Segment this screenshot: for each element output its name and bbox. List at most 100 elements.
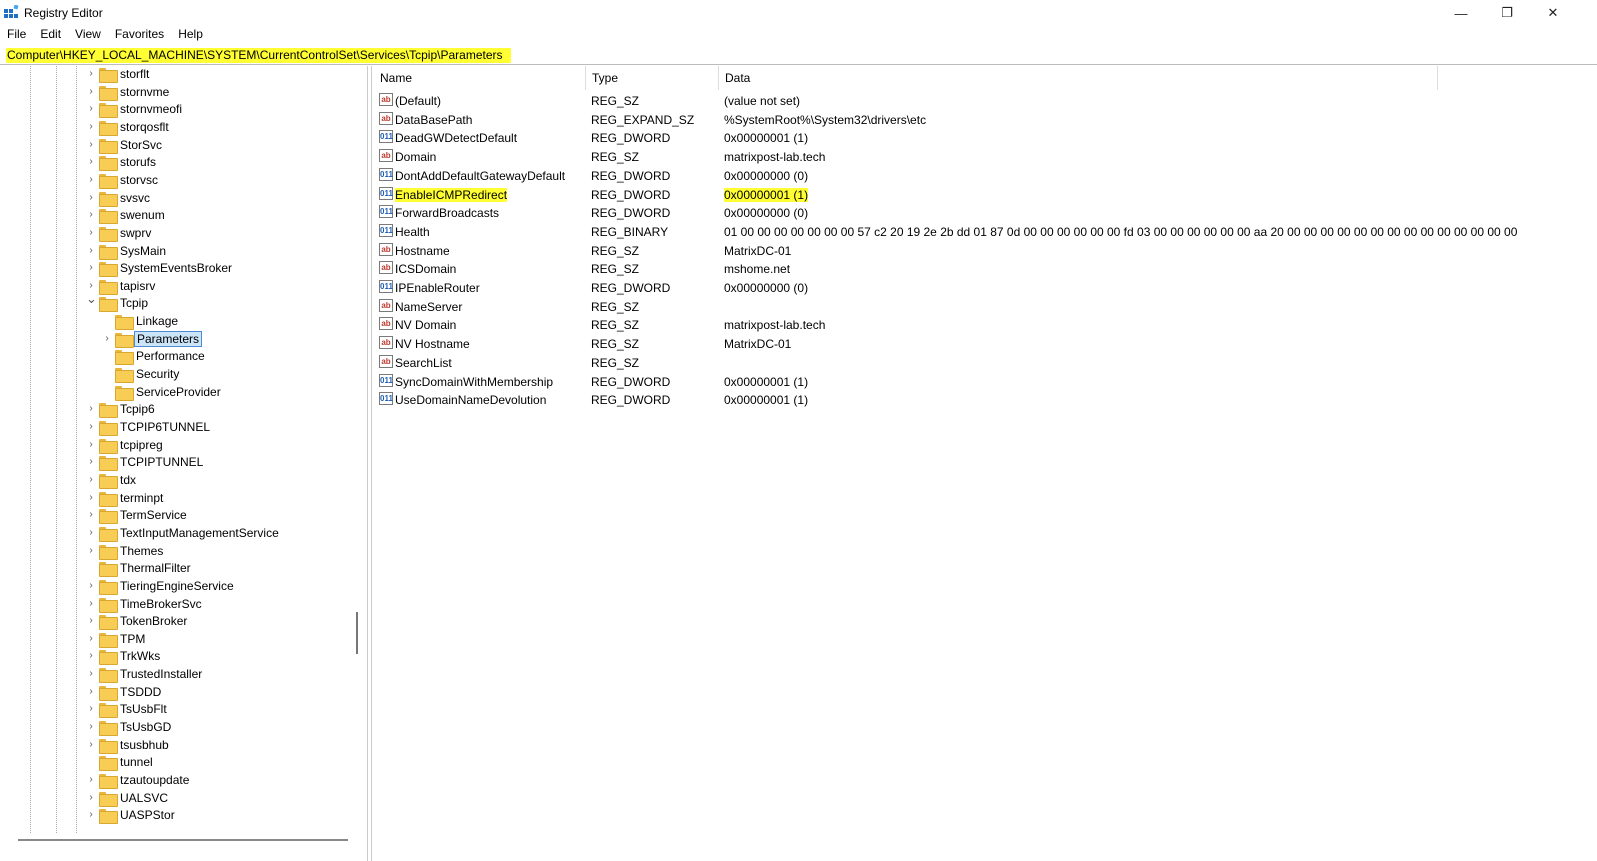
pane-splitter[interactable]: [367, 66, 372, 861]
tree-item[interactable]: › storflt: [0, 66, 352, 84]
tree-horizontal-scrollbar[interactable]: [18, 839, 348, 841]
tree-item[interactable]: › Parameters: [0, 330, 352, 349]
menu-file[interactable]: File: [0, 26, 33, 44]
tree-item[interactable]: › swprv: [0, 225, 352, 243]
tree-item[interactable]: › TsUsbFlt: [0, 701, 352, 719]
tree-item[interactable]: Security: [0, 366, 352, 384]
tree-item[interactable]: › Themes: [0, 543, 352, 561]
chevron-right-icon[interactable]: ›: [86, 739, 96, 751]
tree-item[interactable]: › tzautoupdate: [0, 772, 352, 790]
chevron-down-icon[interactable]: ⌄: [86, 292, 97, 305]
chevron-right-icon[interactable]: ›: [86, 280, 96, 292]
chevron-right-icon[interactable]: ›: [86, 86, 96, 98]
chevron-right-icon[interactable]: ›: [86, 633, 96, 645]
chevron-right-icon[interactable]: ›: [86, 703, 96, 715]
chevron-right-icon[interactable]: ›: [86, 262, 96, 274]
column-header-data[interactable]: Data: [725, 71, 750, 85]
close-button[interactable]: ✕: [1530, 0, 1576, 26]
chevron-right-icon[interactable]: ›: [86, 527, 96, 539]
chevron-right-icon[interactable]: ›: [86, 580, 96, 592]
chevron-right-icon[interactable]: ›: [86, 545, 96, 557]
chevron-right-icon[interactable]: ›: [86, 721, 96, 733]
tree-vertical-scrollbar[interactable]: [356, 612, 358, 654]
tree-item[interactable]: › TCPIPTUNNEL: [0, 454, 352, 472]
maximize-button[interactable]: ❐: [1484, 0, 1530, 26]
column-header-type[interactable]: Type: [592, 71, 618, 85]
column-separator[interactable]: [1437, 66, 1438, 90]
value-row[interactable]: ab DataBasePath REG_EXPAND_SZ %SystemRoot%\…: [373, 110, 1597, 129]
chevron-right-icon[interactable]: ›: [86, 598, 96, 610]
chevron-right-icon[interactable]: ›: [86, 156, 96, 168]
chevron-right-icon[interactable]: ›: [86, 809, 96, 821]
tree-item[interactable]: › storvsc: [0, 172, 352, 190]
tree-item[interactable]: › UASPStor: [0, 807, 352, 825]
value-row[interactable]: 011 DontAddDefaultGatewayDefault REG_DWORD…: [373, 166, 1597, 185]
tree-item[interactable]: ThermalFilter: [0, 560, 352, 578]
tree-item[interactable]: › TrustedInstaller: [0, 666, 352, 684]
chevron-right-icon[interactable]: ›: [86, 227, 96, 239]
chevron-right-icon[interactable]: ›: [86, 668, 96, 680]
tree-item[interactable]: › TrkWks: [0, 648, 352, 666]
column-separator[interactable]: [585, 66, 586, 90]
chevron-right-icon[interactable]: ›: [86, 68, 96, 80]
tree-item[interactable]: Performance: [0, 348, 352, 366]
chevron-right-icon[interactable]: ›: [86, 792, 96, 804]
chevron-right-icon[interactable]: ›: [86, 650, 96, 662]
tree-item[interactable]: › stornvme: [0, 84, 352, 102]
tree-item[interactable]: › TermService: [0, 507, 352, 525]
values-list[interactable]: Name Type Data ab (Default) REG_SZ (value n…: [373, 66, 1597, 861]
chevron-right-icon[interactable]: ›: [86, 456, 96, 468]
tree-item[interactable]: › storufs: [0, 154, 352, 172]
value-row[interactable]: 011 SyncDomainWithMembership REG_DWORD 0x00…: [373, 372, 1597, 391]
address-path[interactable]: Computer\HKEY_LOCAL_MACHINE\SYSTEM\Curre…: [6, 48, 511, 63]
value-row[interactable]: ab Domain REG_SZ matrixpost-lab.tech: [373, 147, 1597, 166]
value-row[interactable]: 011 EnableICMPRedirect REG_DWORD 0x00000001…: [373, 185, 1597, 204]
menu-view[interactable]: View: [68, 26, 108, 44]
tree-item[interactable]: › SystemEventsBroker: [0, 260, 352, 278]
value-row[interactable]: ab (Default) REG_SZ (value not set): [373, 91, 1597, 110]
value-row[interactable]: 011 IPEnableRouter REG_DWORD 0x00000000 (0): [373, 278, 1597, 297]
tree-item[interactable]: › TimeBrokerSvc: [0, 596, 352, 614]
chevron-right-icon[interactable]: ›: [86, 245, 96, 257]
value-row[interactable]: ab Hostname REG_SZ MatrixDC-01: [373, 241, 1597, 260]
value-row[interactable]: 011 UseDomainNameDevolution REG_DWORD 0x000…: [373, 390, 1597, 409]
chevron-right-icon[interactable]: ›: [86, 686, 96, 698]
chevron-right-icon[interactable]: ›: [86, 774, 96, 786]
tree-item[interactable]: › tdx: [0, 472, 352, 490]
tree-item[interactable]: › TieringEngineService: [0, 578, 352, 596]
tree-item[interactable]: › terminpt: [0, 490, 352, 508]
chevron-right-icon[interactable]: ›: [86, 139, 96, 151]
tree-item[interactable]: › storqosflt: [0, 119, 352, 137]
tree-item[interactable]: › tcpipreg: [0, 437, 352, 455]
address-bar[interactable]: Computer\HKEY_LOCAL_MACHINE\SYSTEM\Curre…: [0, 45, 1597, 65]
tree-item[interactable]: › TSDDD: [0, 684, 352, 702]
tree-item[interactable]: › Tcpip6: [0, 401, 352, 419]
tree-item[interactable]: › stornvmeofi: [0, 101, 352, 119]
menu-edit[interactable]: Edit: [33, 26, 68, 44]
chevron-right-icon[interactable]: ›: [86, 509, 96, 521]
chevron-right-icon[interactable]: ›: [86, 439, 96, 451]
chevron-right-icon[interactable]: ›: [86, 492, 96, 504]
tree-item[interactable]: › svsvc: [0, 190, 352, 208]
value-row[interactable]: ab SearchList REG_SZ: [373, 353, 1597, 372]
chevron-right-icon[interactable]: ›: [102, 333, 112, 345]
tree-item[interactable]: › tsusbhub: [0, 737, 352, 755]
value-row[interactable]: 011 DeadGWDetectDefault REG_DWORD 0x0000000…: [373, 128, 1597, 147]
chevron-right-icon[interactable]: ›: [86, 421, 96, 433]
chevron-right-icon[interactable]: ›: [86, 192, 96, 204]
tree-item[interactable]: › SysMain: [0, 243, 352, 261]
chevron-right-icon[interactable]: ›: [86, 121, 96, 133]
tree-item[interactable]: › TCPIP6TUNNEL: [0, 419, 352, 437]
tree-item[interactable]: › TsUsbGD: [0, 719, 352, 737]
menu-help[interactable]: Help: [171, 26, 210, 44]
tree-item[interactable]: › UALSVC: [0, 790, 352, 808]
tree-item[interactable]: › swenum: [0, 207, 352, 225]
minimize-button[interactable]: —: [1438, 0, 1484, 26]
chevron-right-icon[interactable]: ›: [86, 209, 96, 221]
value-row[interactable]: ab NV Domain REG_SZ matrixpost-lab.tech: [373, 315, 1597, 334]
menu-favorites[interactable]: Favorites: [108, 26, 171, 44]
value-row[interactable]: 011 ForwardBroadcasts REG_DWORD 0x00000000 …: [373, 203, 1597, 222]
value-row[interactable]: ab NameServer REG_SZ: [373, 297, 1597, 316]
chevron-right-icon[interactable]: ›: [86, 103, 96, 115]
tree-item[interactable]: › TextInputManagementService: [0, 525, 352, 543]
